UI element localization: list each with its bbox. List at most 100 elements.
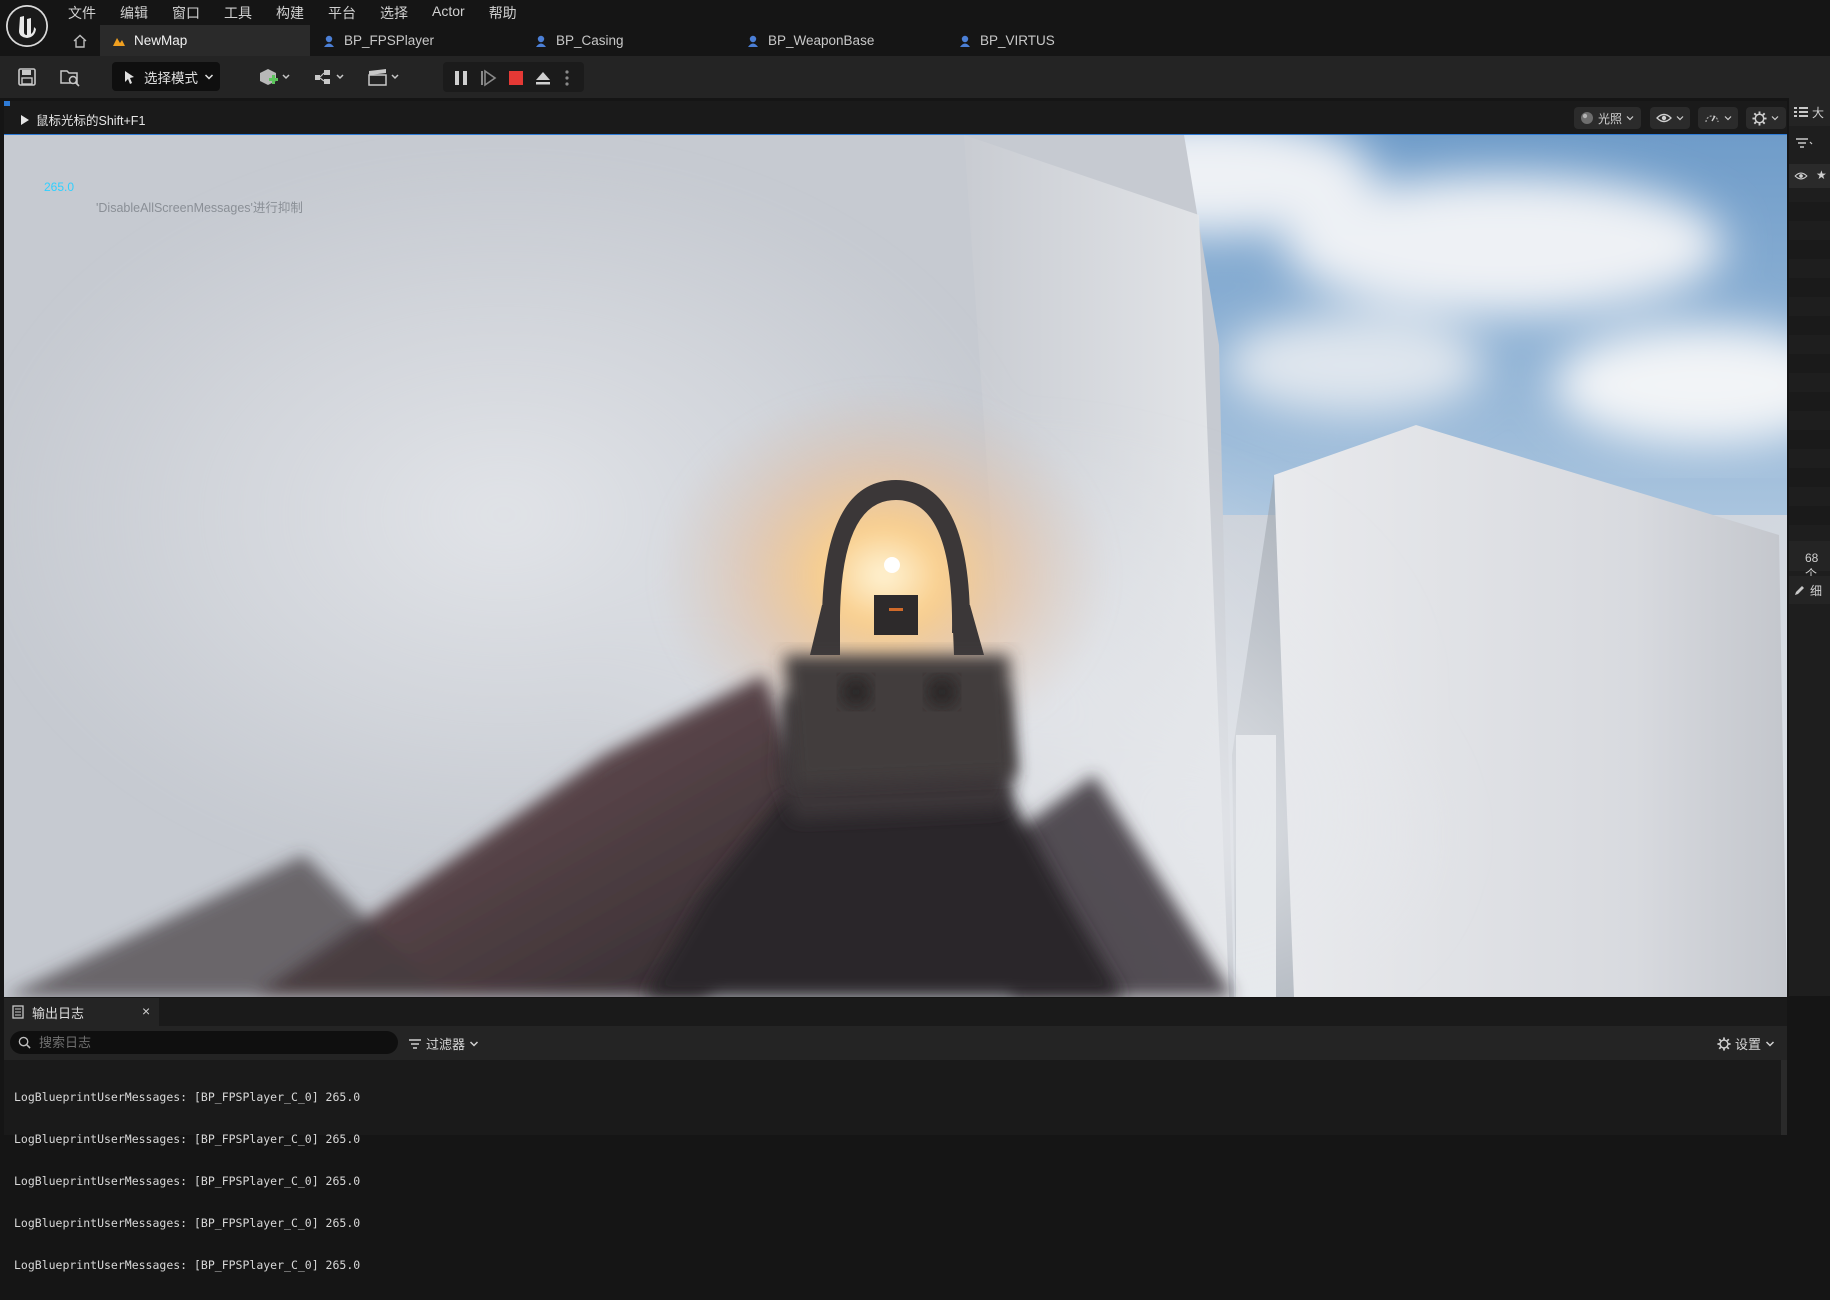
stop-button[interactable] [504, 64, 528, 92]
menu-edit[interactable]: 编辑 [108, 0, 160, 24]
menu-tools[interactable]: 工具 [212, 0, 264, 24]
content-browser-button[interactable] [57, 63, 83, 91]
tab-label: BP_FPSPlayer [344, 33, 435, 48]
screen-message: 'DisableAllScreenMessages'进行抑制 [96, 201, 303, 215]
level-viewport[interactable]: 265.0 'DisableAllScreenMessages'进行抑制 [4, 134, 1787, 997]
log-line: LogBlueprintUserMessages: [BP_FPSPlayer_… [14, 1090, 361, 1104]
lighting-sphere-icon [1581, 112, 1593, 124]
viewport-hint: 鼠标光标的Shift+F1 [20, 110, 145, 129]
menu-actor[interactable]: Actor [420, 0, 477, 24]
outliner-row[interactable] [1789, 468, 1830, 487]
level-icon [113, 37, 125, 46]
outliner-row[interactable] [1789, 354, 1830, 373]
more-options-button[interactable] [557, 64, 577, 92]
pencil-icon [1795, 586, 1804, 595]
close-icon[interactable]: × [142, 1003, 150, 1019]
eject-button[interactable] [531, 64, 555, 92]
tab-bp-weaponbase[interactable]: BP_WeaponBase [734, 25, 946, 56]
document-tabs: NewMap BP_FPSPlayer BP_Casing BP_WeaponB… [60, 25, 1158, 56]
log-scrollbar[interactable] [1781, 1060, 1787, 1135]
game-scene [4, 135, 1787, 997]
cinematics-button[interactable] [364, 63, 406, 91]
step-frame-button[interactable] [476, 64, 500, 92]
tab-bp-fpsplayer[interactable]: BP_FPSPlayer [310, 25, 522, 56]
show-flags-dropdown[interactable] [1650, 107, 1690, 129]
outliner-row[interactable] [1789, 316, 1830, 335]
menu-build[interactable]: 构建 [264, 0, 316, 24]
gear-icon [1752, 110, 1767, 126]
viewport-focus-marker [4, 101, 10, 106]
actor-count: 68个 [1789, 541, 1830, 581]
add-actor-icon [260, 69, 290, 85]
tab-bp-virtus[interactable]: BP_VIRTUS [946, 25, 1158, 56]
chevron-down-icon [1724, 116, 1732, 121]
outliner-row[interactable] [1789, 278, 1830, 297]
chevron-down-icon [1626, 116, 1634, 121]
log-filter-button[interactable]: 过滤器 [408, 1034, 479, 1053]
output-log-tab[interactable]: 输出日志 [4, 998, 159, 1026]
save-button[interactable] [14, 63, 40, 91]
log-search-box [10, 1031, 398, 1054]
menu-platform[interactable]: 平台 [316, 0, 368, 24]
menu-help[interactable]: 帮助 [477, 0, 529, 24]
outliner-row[interactable] [1789, 240, 1830, 259]
eject-icon [536, 72, 550, 85]
unreal-logo-icon[interactable] [6, 5, 48, 47]
lighting-mode-dropdown[interactable]: 光照 [1574, 107, 1641, 129]
outliner-tab[interactable]: 大 [1789, 98, 1830, 126]
pause-icon [455, 71, 467, 85]
blueprint-icon [536, 35, 546, 47]
home-tab[interactable] [60, 25, 100, 56]
filter-icon [1796, 138, 1813, 148]
tab-label: NewMap [134, 33, 188, 48]
select-mode-label: 选择模式 [144, 70, 198, 86]
outliner-row[interactable] [1789, 506, 1830, 525]
outliner-row[interactable] [1789, 392, 1830, 411]
performance-scalability-dropdown[interactable] [1698, 107, 1738, 129]
chevron-down-icon [204, 73, 214, 80]
title-bar: 文件 编辑 窗口 工具 构建 平台 选择 Actor 帮助 NewMap BP_… [0, 0, 1830, 56]
outliner-filter-button[interactable] [1795, 136, 1813, 152]
menu-window[interactable]: 窗口 [160, 0, 212, 24]
menu-file[interactable]: 文件 [56, 0, 108, 24]
eye-icon [1656, 113, 1672, 123]
main-toolbar: 选择模式 [0, 56, 1830, 98]
details-tab[interactable]: 细 [1789, 576, 1830, 604]
outliner-row[interactable] [1789, 202, 1830, 221]
chevron-down-icon [1676, 116, 1684, 121]
viewport-hint-text: 鼠标光标的Shift+F1 [36, 114, 146, 128]
log-search-input[interactable] [37, 1034, 381, 1051]
tab-bp-casing[interactable]: BP_Casing [522, 25, 734, 56]
log-icon [12, 1005, 24, 1019]
viewport-settings-dropdown[interactable] [1746, 107, 1786, 129]
outliner-header-row: ★ [1789, 164, 1830, 188]
outliner-icon [1794, 107, 1808, 117]
content-browser-icon [60, 70, 80, 87]
log-settings-button[interactable]: 设置 [1717, 1034, 1775, 1053]
select-mode-dropdown[interactable]: 选择模式 [112, 62, 220, 91]
filter-icon [409, 1038, 421, 1049]
add-actor-button[interactable] [255, 63, 295, 91]
blueprint-menu-icon [315, 70, 344, 84]
play-controls [443, 62, 584, 92]
menu-select[interactable]: 选择 [368, 0, 420, 24]
star-column-icon: ★ [1816, 168, 1827, 182]
outliner-row[interactable] [1789, 430, 1830, 449]
pause-button[interactable] [449, 64, 473, 92]
tab-newmap[interactable]: NewMap [100, 25, 310, 56]
blueprint-icon [324, 35, 334, 47]
log-output: LogBlueprintUserMessages: [BP_FPSPlayer_… [14, 1062, 360, 1300]
step-icon [481, 69, 497, 87]
stop-icon [509, 71, 523, 85]
blueprint-icon [748, 35, 758, 47]
eye-icon [1794, 172, 1808, 180]
output-log-panel: 输出日志 × 过滤器 设置 [4, 998, 1787, 1272]
viewport-toolbar: 鼠标光标的Shift+F1 光照 [4, 101, 1787, 134]
log-line: LogBlueprintUserMessages: [BP_FPSPlayer_… [14, 1216, 361, 1230]
muzzle-flash-core [884, 557, 900, 573]
log-line: LogBlueprintUserMessages: [BP_FPSPlayer_… [14, 1132, 361, 1146]
outliner-tab-label: 大 [1812, 105, 1825, 120]
log-filter-label: 过滤器 [426, 1037, 466, 1052]
blueprint-menu-button[interactable] [310, 63, 350, 91]
select-mode-icon [125, 70, 134, 84]
